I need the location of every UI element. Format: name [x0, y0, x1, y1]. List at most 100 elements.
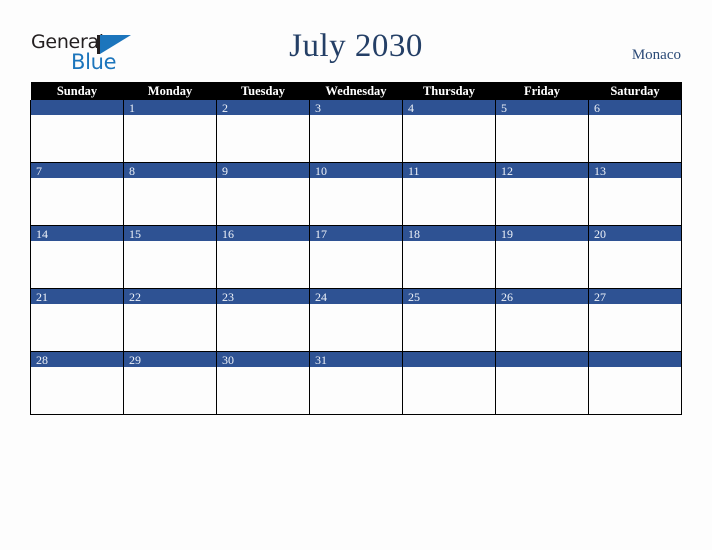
day-number: 14	[36, 227, 48, 241]
day-event-area[interactable]	[31, 115, 123, 162]
day-cell[interactable]: 21	[30, 288, 124, 352]
day-band: 16	[217, 226, 309, 241]
day-band: 10	[310, 163, 402, 178]
day-band: 3	[310, 100, 402, 115]
weekday-header-saturday: Saturday	[588, 82, 682, 100]
day-event-area[interactable]	[589, 178, 681, 225]
day-band: 7	[31, 163, 123, 178]
day-event-area[interactable]	[31, 304, 123, 351]
locale-label: Monaco	[631, 47, 681, 63]
day-cell[interactable]: 5	[495, 100, 589, 163]
day-cell[interactable]: 23	[216, 288, 310, 352]
day-cell[interactable]: 9	[216, 162, 310, 226]
day-event-area[interactable]	[496, 367, 588, 414]
day-cell[interactable]: 17	[309, 225, 403, 289]
day-event-area[interactable]	[310, 178, 402, 225]
day-cell[interactable]: 25	[402, 288, 496, 352]
day-cell[interactable]: 24	[309, 288, 403, 352]
day-event-area[interactable]	[403, 115, 495, 162]
day-number: 10	[315, 164, 327, 178]
day-event-area[interactable]	[589, 115, 681, 162]
day-cell[interactable]: 10	[309, 162, 403, 226]
day-cell[interactable]: 29	[123, 351, 217, 415]
day-cell[interactable]: 8	[123, 162, 217, 226]
day-event-area[interactable]	[496, 241, 588, 288]
day-event-area[interactable]	[124, 241, 216, 288]
day-band: 28	[31, 352, 123, 367]
day-cell[interactable]: 19	[495, 225, 589, 289]
day-event-area[interactable]	[589, 241, 681, 288]
day-cell[interactable]: 3	[309, 100, 403, 163]
day-cell[interactable]: 20	[588, 225, 682, 289]
day-cell[interactable]: 11	[402, 162, 496, 226]
day-cell[interactable]: 12	[495, 162, 589, 226]
day-event-area[interactable]	[310, 304, 402, 351]
day-event-area[interactable]	[403, 367, 495, 414]
day-event-area[interactable]	[217, 241, 309, 288]
day-number: 29	[129, 353, 141, 367]
day-event-area[interactable]	[217, 367, 309, 414]
day-event-area[interactable]	[589, 367, 681, 414]
day-event-area[interactable]	[31, 178, 123, 225]
day-cell[interactable]	[588, 351, 682, 415]
day-event-area[interactable]	[310, 115, 402, 162]
day-cell[interactable]: 31	[309, 351, 403, 415]
day-event-area[interactable]	[217, 178, 309, 225]
day-cell[interactable]: 6	[588, 100, 682, 163]
day-band: 24	[310, 289, 402, 304]
day-cell[interactable]: 28	[30, 351, 124, 415]
day-event-area[interactable]	[403, 304, 495, 351]
day-event-area[interactable]	[496, 178, 588, 225]
day-band: 6	[589, 100, 681, 115]
day-number: 3	[315, 101, 321, 115]
calendar-week-row: 14 15 16 17 18 19 20	[30, 225, 682, 289]
day-event-area[interactable]	[124, 115, 216, 162]
day-number: 19	[501, 227, 513, 241]
day-event-area[interactable]	[124, 178, 216, 225]
day-cell[interactable]: 26	[495, 288, 589, 352]
day-cell[interactable]	[402, 351, 496, 415]
day-number: 7	[36, 164, 42, 178]
day-band: 9	[217, 163, 309, 178]
day-cell[interactable]: 15	[123, 225, 217, 289]
calendar-week-row: 21 22 23 24 25 26 27	[30, 288, 682, 352]
day-event-area[interactable]	[310, 367, 402, 414]
weekday-header-thursday: Thursday	[402, 82, 496, 100]
day-event-area[interactable]	[310, 241, 402, 288]
day-cell[interactable]: 14	[30, 225, 124, 289]
day-cell[interactable]: 1	[123, 100, 217, 163]
day-band: 11	[403, 163, 495, 178]
day-event-area[interactable]	[31, 367, 123, 414]
day-event-area[interactable]	[496, 304, 588, 351]
day-event-area[interactable]	[496, 115, 588, 162]
day-cell[interactable]	[30, 100, 124, 163]
day-event-area[interactable]	[403, 178, 495, 225]
day-cell[interactable]: 4	[402, 100, 496, 163]
day-number: 6	[594, 101, 600, 115]
day-number: 17	[315, 227, 327, 241]
day-band: 5	[496, 100, 588, 115]
day-cell[interactable]: 30	[216, 351, 310, 415]
day-band: 8	[124, 163, 216, 178]
day-cell[interactable]: 7	[30, 162, 124, 226]
day-cell[interactable]: 22	[123, 288, 217, 352]
day-event-area[interactable]	[217, 304, 309, 351]
day-cell[interactable]: 2	[216, 100, 310, 163]
day-cell[interactable]: 13	[588, 162, 682, 226]
day-number: 27	[594, 290, 606, 304]
day-event-area[interactable]	[589, 304, 681, 351]
day-cell[interactable]	[495, 351, 589, 415]
calendar-header-row-group: Sunday Monday Tuesday Wednesday Thursday…	[30, 82, 682, 100]
day-event-area[interactable]	[403, 241, 495, 288]
day-number: 1	[129, 101, 135, 115]
day-event-area[interactable]	[124, 304, 216, 351]
day-band: 4	[403, 100, 495, 115]
day-event-area[interactable]	[217, 115, 309, 162]
day-cell[interactable]: 16	[216, 225, 310, 289]
day-band: 25	[403, 289, 495, 304]
day-cell[interactable]: 18	[402, 225, 496, 289]
day-event-area[interactable]	[31, 241, 123, 288]
day-cell[interactable]: 27	[588, 288, 682, 352]
day-number: 12	[501, 164, 513, 178]
day-event-area[interactable]	[124, 367, 216, 414]
